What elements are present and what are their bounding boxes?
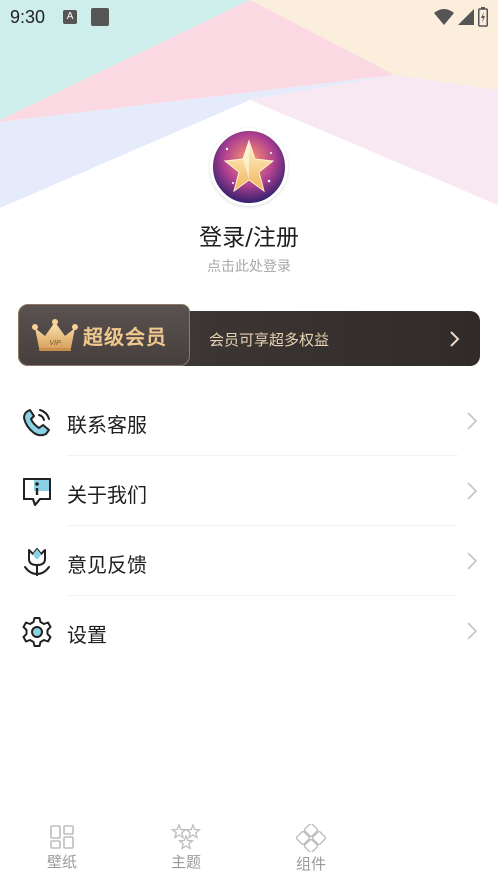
menu-item-label: 设置	[67, 623, 107, 647]
widget-icon	[296, 824, 326, 852]
login-title[interactable]: 登录/注册	[0, 218, 498, 252]
vip-banner[interactable]: VIP 超级会员 会员可享超多权益	[18, 304, 480, 366]
nav-label: 壁纸	[46, 853, 77, 871]
menu-item-label: 联系客服	[67, 413, 147, 437]
menu-item-label: 关于我们	[67, 483, 147, 507]
grid-icon	[50, 825, 74, 849]
menu-item-contact[interactable]: 联系客服	[0, 386, 498, 456]
menu-item-settings[interactable]: 设置	[0, 596, 498, 666]
battery-icon	[478, 7, 488, 27]
tulip-icon	[24, 548, 50, 576]
nav-label: 主题	[170, 853, 201, 871]
star-avatar-icon	[223, 139, 275, 193]
chevron-right-icon	[467, 482, 478, 500]
status-bar: 9:30 A	[0, 0, 498, 34]
vip-title: 超级会员	[83, 325, 167, 349]
notification-a-icon: A	[63, 10, 78, 24]
vip-description: 会员可享超多权益	[209, 331, 330, 349]
status-time: 9:30	[10, 6, 46, 27]
wifi-icon	[434, 9, 454, 25]
chevron-right-icon	[467, 412, 478, 430]
nav-label: 组件	[295, 855, 326, 873]
nav-item-wallpaper[interactable]: 壁纸	[22, 820, 102, 872]
phone-icon	[23, 409, 50, 437]
gear-icon	[22, 617, 52, 647]
login-subtitle[interactable]: 点击此处登录	[0, 256, 498, 276]
menu-list: 联系客服 关于我们 意见反馈 设置	[0, 386, 498, 666]
avatar[interactable]	[210, 128, 288, 206]
bottom-nav: 壁纸 主题 组件	[0, 820, 498, 887]
chevron-right-icon	[467, 552, 478, 570]
menu-item-about[interactable]: 关于我们	[0, 456, 498, 526]
nav-item-widget[interactable]: 组件	[271, 820, 351, 874]
menu-item-label: 意见反馈	[67, 553, 147, 577]
notification-square-icon	[91, 8, 110, 26]
status-indicators	[434, 7, 488, 27]
chevron-right-icon	[467, 622, 478, 640]
chevron-right-icon	[450, 331, 460, 347]
nav-item-theme[interactable]: 主题	[146, 820, 226, 872]
signal-icon	[458, 9, 474, 25]
crown-icon: VIP	[32, 319, 78, 351]
stars-icon	[171, 824, 201, 850]
info-icon	[23, 478, 51, 506]
menu-item-feedback[interactable]: 意见反馈	[0, 526, 498, 596]
vip-badge-text: VIP	[49, 340, 61, 347]
vip-tab: VIP 超级会员	[18, 304, 190, 366]
